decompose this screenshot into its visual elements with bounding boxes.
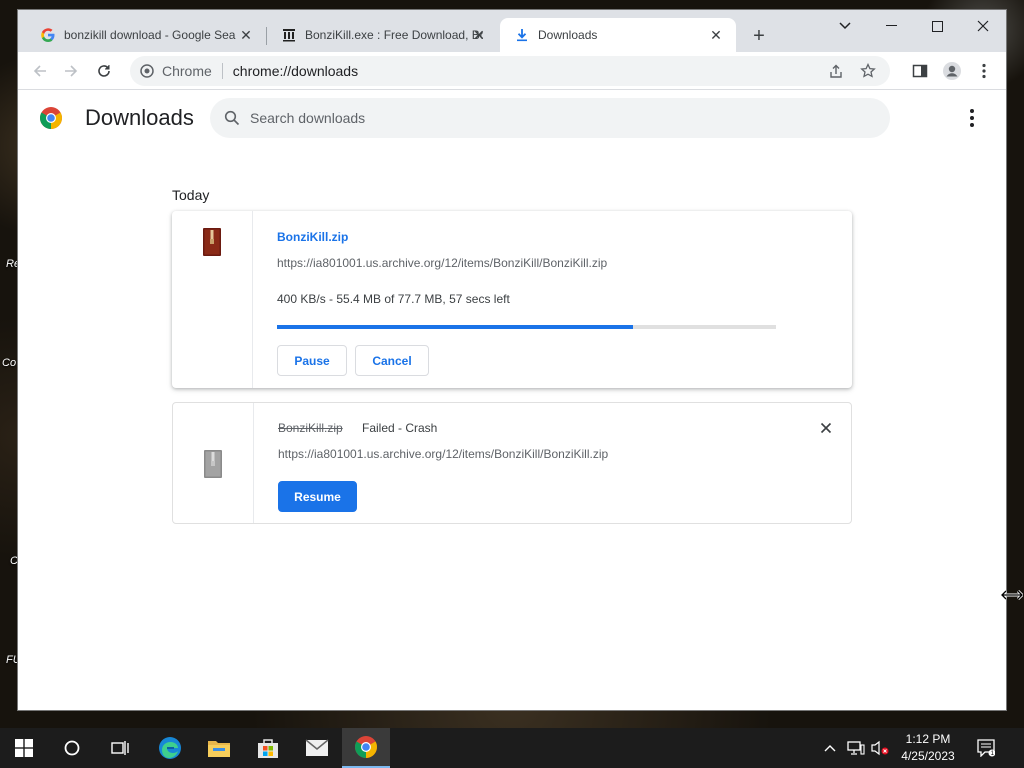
site-label: Chrome: [162, 63, 212, 79]
windows-logo-icon: [15, 739, 33, 757]
file-name-struck: BonziKill.zip: [278, 421, 343, 435]
resize-cursor-icon: [999, 588, 1024, 602]
taskbar-store[interactable]: [244, 728, 292, 768]
taskbar-chrome[interactable]: [342, 728, 390, 768]
file-icon-column: [172, 211, 253, 388]
file-name-link[interactable]: BonziKill.zip: [277, 230, 348, 244]
remove-from-list-icon[interactable]: [818, 420, 834, 436]
task-view-button[interactable]: [96, 728, 144, 768]
download-progress-bar: [277, 325, 776, 329]
downloads-header: Downloads: [18, 90, 1006, 146]
chrome-logo-icon: [354, 735, 378, 759]
volume-muted-icon[interactable]: [868, 728, 892, 768]
close-tab-icon[interactable]: ✕: [471, 27, 487, 43]
edge-browser-icon: [158, 736, 182, 760]
pause-button[interactable]: Pause: [277, 345, 347, 376]
download-item-failed: BonziKill.zip Failed - Crash https://ia8…: [172, 402, 852, 524]
chrome-window: bonzikill download - Google Search ✕ Bon…: [18, 10, 1006, 710]
cancel-button[interactable]: Cancel: [355, 345, 429, 376]
more-actions-icon[interactable]: [962, 108, 982, 128]
profile-avatar-icon[interactable]: [939, 58, 965, 84]
close-tab-icon[interactable]: ✕: [238, 27, 254, 43]
show-hidden-icons-chevron-icon[interactable]: [820, 728, 840, 768]
cortana-search-button[interactable]: [48, 728, 96, 768]
chrome-logo-icon: [39, 106, 63, 130]
file-icon-column: [173, 403, 254, 523]
tab-title: Downloads: [538, 28, 598, 42]
tab-downloads[interactable]: Downloads ✕: [500, 18, 736, 52]
download-item-in-progress: BonziKill.zip https://ia801001.us.archiv…: [172, 211, 852, 388]
tab-strip: bonzikill download - Google Search ✕ Bon…: [18, 10, 1006, 52]
action-center-icon[interactable]: 1: [974, 728, 998, 768]
new-tab-button[interactable]: +: [748, 25, 770, 47]
back-arrow-icon[interactable]: [27, 58, 53, 84]
tab-google-search[interactable]: bonzikill download - Google Search ✕: [26, 18, 266, 52]
file-source-url[interactable]: https://ia801001.us.archive.org/12/items…: [277, 256, 607, 270]
windows-taskbar: 1:12 PM 4/25/2023 1: [0, 728, 1024, 768]
downloads-page: Downloads Today: [18, 90, 1006, 710]
omnibox-divider: [221, 63, 223, 79]
store-bag-icon: [257, 737, 279, 759]
browser-menu-icon[interactable]: [971, 58, 997, 84]
task-view-icon: [111, 740, 129, 756]
zip-archive-icon: [204, 450, 222, 478]
file-source-url[interactable]: https://ia801001.us.archive.org/12/items…: [278, 447, 608, 461]
share-icon[interactable]: [828, 63, 844, 79]
progress-bar-fill: [277, 325, 633, 329]
folder-icon: [207, 738, 231, 758]
reload-icon[interactable]: [91, 58, 117, 84]
chrome-page-icon: [140, 64, 154, 78]
cortana-circle-icon: [64, 740, 80, 756]
start-button[interactable]: [0, 728, 48, 768]
resume-button[interactable]: Resume: [278, 481, 357, 512]
clock-time: 1:12 PM: [905, 732, 951, 746]
taskbar-mail[interactable]: [293, 728, 341, 768]
forward-arrow-icon[interactable]: [58, 58, 84, 84]
browser-toolbar: Chrome chrome://downloads: [18, 52, 1006, 90]
download-arrow-icon: [514, 27, 530, 43]
zip-archive-icon: [203, 228, 221, 256]
archive-org-icon: [281, 27, 297, 43]
maximize-button[interactable]: [914, 12, 960, 40]
search-icon: [224, 110, 240, 126]
minimize-button[interactable]: [868, 12, 914, 40]
taskbar-file-explorer[interactable]: [195, 728, 243, 768]
mail-envelope-icon: [305, 739, 329, 757]
system-clock[interactable]: 1:12 PM 4/25/2023: [890, 731, 966, 765]
url-text: chrome://downloads: [232, 63, 359, 79]
clock-date: 4/25/2023: [901, 749, 955, 763]
tab-title: BonziKill.exe : Free Download, Borrow, a…: [305, 28, 483, 42]
address-bar[interactable]: Chrome chrome://downloads: [130, 56, 890, 86]
tab-title: bonzikill download - Google Search: [64, 28, 236, 42]
bookmark-star-icon[interactable]: [860, 63, 876, 79]
close-window-button[interactable]: [960, 12, 1006, 40]
desktop-icon-label[interactable]: Co: [2, 357, 16, 369]
search-input[interactable]: [250, 110, 850, 126]
network-icon[interactable]: [844, 728, 868, 768]
side-panel-icon[interactable]: [907, 58, 933, 84]
desktop-icon-label[interactable]: C: [10, 555, 18, 567]
tab-search-chevron-icon[interactable]: [822, 12, 868, 40]
page-title: Downloads: [85, 105, 194, 130]
download-status: Failed - Crash: [362, 421, 438, 435]
tab-archive-org[interactable]: BonziKill.exe : Free Download, Borrow, a…: [267, 18, 499, 52]
search-downloads-box[interactable]: [210, 98, 890, 138]
taskbar-edge[interactable]: [146, 728, 194, 768]
download-progress-text: 400 KB/s - 55.4 MB of 77.7 MB, 57 secs l…: [277, 292, 510, 306]
date-section-title: Today: [172, 187, 210, 203]
close-tab-icon[interactable]: ✕: [708, 27, 724, 43]
google-g-icon: [40, 27, 56, 43]
